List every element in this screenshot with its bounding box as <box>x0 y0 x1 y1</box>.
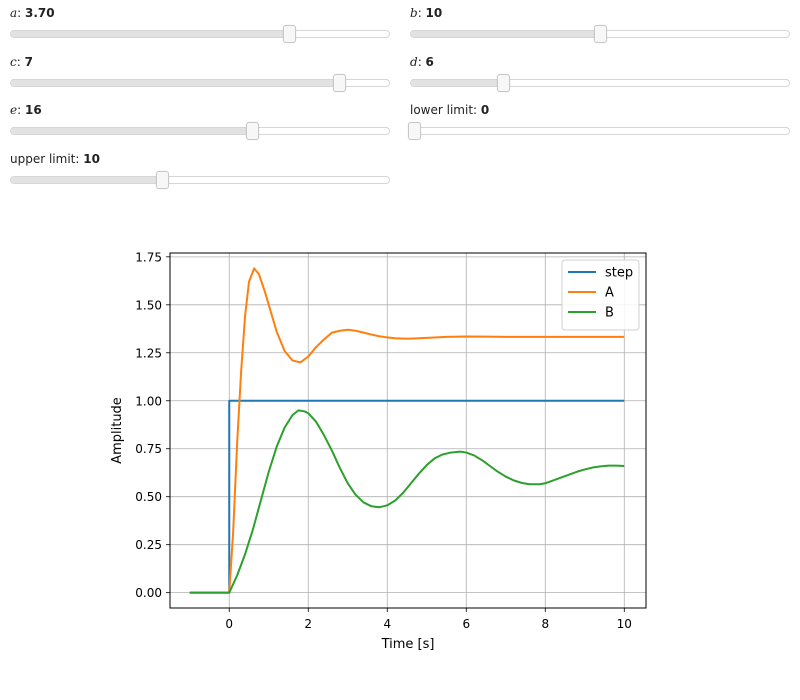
x-tick-label: 8 <box>541 617 549 631</box>
y-tick-label: 0.75 <box>135 442 162 456</box>
y-tick-label: 0.25 <box>135 538 162 552</box>
y-tick-label: 0.50 <box>135 490 162 504</box>
legend: step AB <box>561 259 640 331</box>
axis-ticks: 0 2 4 6 8 10 0.00 0.25 0.50 0.75 1.00 1.25 1.50 1.75 <box>135 250 632 631</box>
x-axis-label: Time [s] <box>381 637 435 652</box>
y-tick-label: 1.75 <box>135 250 162 264</box>
y-tick-label: 1.00 <box>135 394 162 408</box>
y-tick-label: 1.50 <box>135 298 162 312</box>
y-tick-label: 1.25 <box>135 346 162 360</box>
x-tick-label: 10 <box>617 617 632 631</box>
y-tick-label: 0.00 <box>135 586 162 600</box>
series-line-b <box>189 409 625 594</box>
x-tick-label: 2 <box>304 617 312 631</box>
x-tick-label: 0 <box>225 617 233 631</box>
series-line-a <box>189 267 625 594</box>
x-tick-label: 4 <box>383 617 391 631</box>
legend-label-a: A <box>605 286 614 301</box>
series-lines <box>189 267 625 594</box>
step-response-chart: 0 2 4 6 8 100.000.250.500.751.001.251.501.75 … <box>110 250 647 652</box>
y-axis-label: Amplitude <box>110 397 125 464</box>
legend-label-b: B <box>605 306 614 321</box>
legend-label-step: step <box>605 266 633 281</box>
x-tick-label: 6 <box>462 617 470 631</box>
